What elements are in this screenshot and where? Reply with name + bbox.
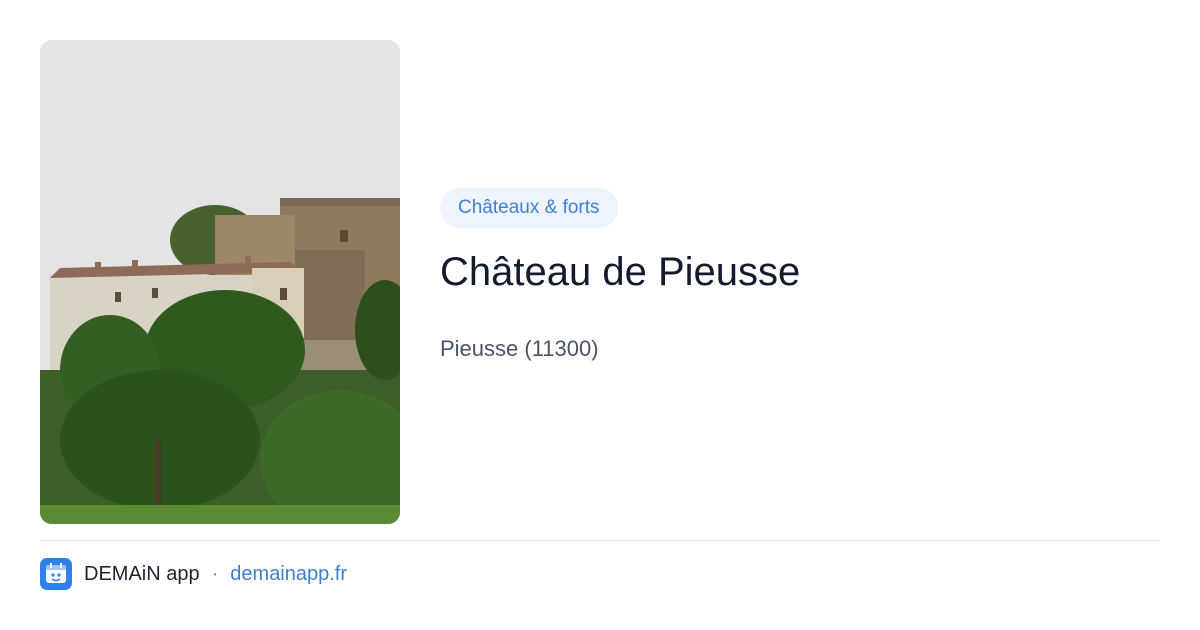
- app-name: DEMAiN app: [84, 562, 200, 585]
- demain-logo-icon: [40, 558, 72, 590]
- category-chip[interactable]: Châteaux & forts: [440, 188, 618, 228]
- place-photo: [40, 40, 400, 524]
- app-domain-link[interactable]: demainapp.fr: [230, 563, 347, 586]
- place-title: Château de Pieusse: [440, 250, 801, 294]
- footer-divider: [40, 540, 1160, 541]
- footer: DEMAiN app · demainapp.fr: [40, 558, 347, 590]
- place-info: Châteaux & forts Château de Pieusse Pieu…: [440, 188, 800, 361]
- footer-separator: ·: [211, 562, 219, 585]
- place-location: Pieusse (11300): [440, 336, 599, 361]
- chateau-photo-illustration: [40, 40, 400, 524]
